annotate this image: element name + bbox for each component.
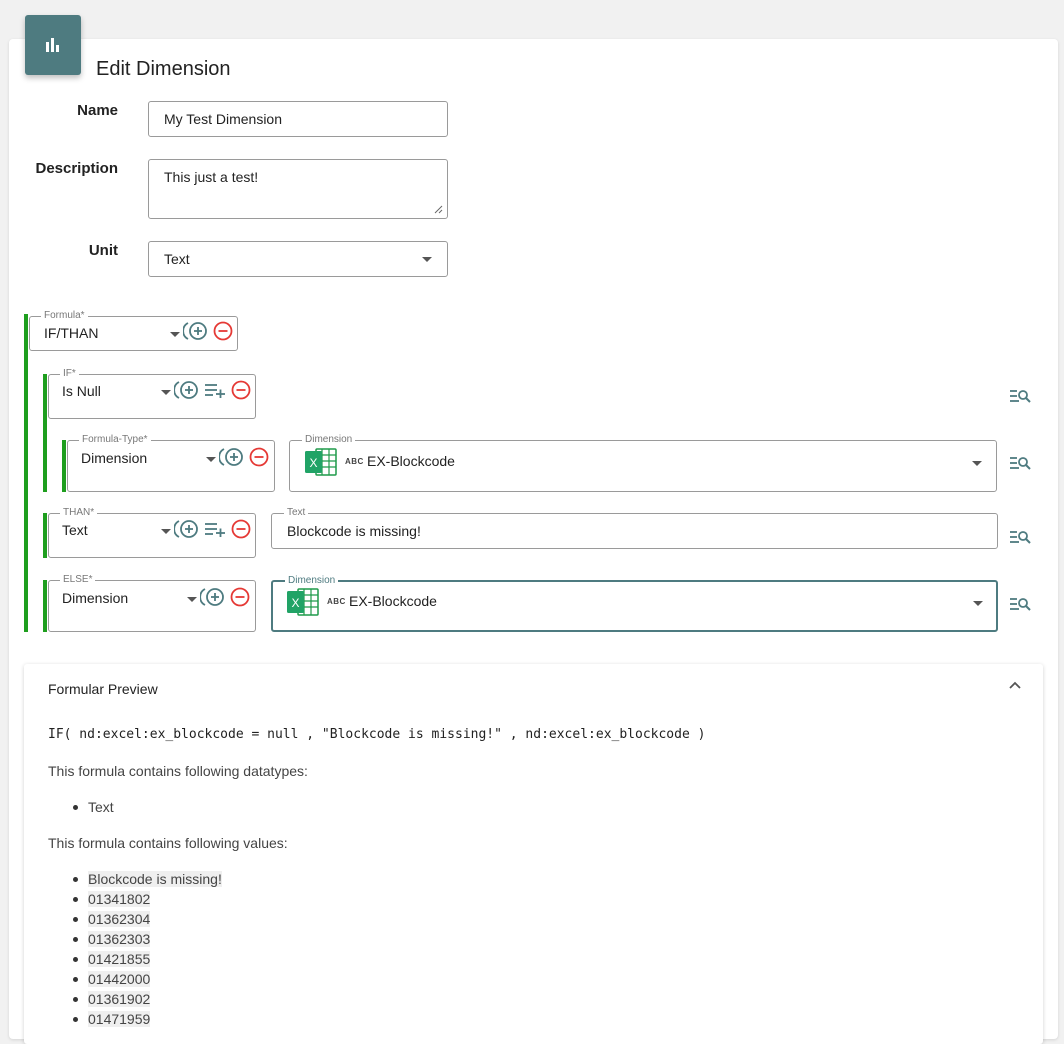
bar-chart-icon: [25, 15, 81, 75]
list-item: 01361902: [70, 989, 222, 1009]
name-label: Name: [77, 102, 118, 119]
values-list: Blockcode is missing! 01341802 01362304 …: [70, 869, 222, 1029]
page-title: Edit Dimension: [96, 58, 231, 80]
formula-select[interactable]: Formula* IF/THAN: [29, 310, 238, 351]
remove-circle-icon[interactable]: [231, 380, 251, 400]
formula-type-branch-bar: [62, 440, 66, 492]
chevron-down-icon[interactable]: [973, 601, 983, 606]
list-item: 01362303: [70, 929, 222, 949]
svg-text:X: X: [291, 596, 299, 610]
chevron-down-icon[interactable]: [206, 457, 216, 462]
list-search-icon[interactable]: [1009, 596, 1031, 612]
remove-circle-icon[interactable]: [230, 587, 250, 607]
if-dimension-value: EX-Blockcode: [367, 453, 455, 469]
chevron-down-icon[interactable]: [187, 597, 197, 602]
resize-grip-icon[interactable]: [434, 205, 443, 214]
abc-type-badge: ABC: [327, 597, 346, 606]
formula-type-value: Dimension: [81, 450, 148, 466]
add-circle-icon[interactable]: [219, 447, 245, 467]
name-input[interactable]: My Test Dimension: [148, 101, 448, 137]
chevron-down-icon: [422, 257, 432, 262]
than-legend: THAN*: [60, 507, 98, 519]
formula-type-legend: Formula-Type*: [79, 434, 151, 446]
formula-preview-panel: Formular Preview IF( nd:excel:ex_blockco…: [24, 664, 1043, 1044]
else-value: Dimension: [62, 590, 129, 606]
list-search-icon[interactable]: [1009, 455, 1031, 471]
excel-icon: X: [305, 448, 337, 476]
if-dimension-select[interactable]: Dimension X ABC EX-Blockcode: [289, 434, 997, 492]
add-circle-icon[interactable]: [183, 321, 209, 341]
name-input-value: My Test Dimension: [164, 111, 283, 127]
datatypes-list: Text: [70, 797, 114, 817]
formula-code: IF( nd:excel:ex_blockcode = null , "Bloc…: [48, 727, 706, 742]
add-circle-icon[interactable]: [174, 519, 200, 539]
formula-tree-bar: [24, 314, 28, 632]
if-branch-bar: [43, 374, 47, 492]
list-item: 01421855: [70, 949, 222, 969]
add-circle-icon[interactable]: [200, 587, 226, 607]
chevron-down-icon[interactable]: [170, 332, 180, 337]
list-item: Blockcode is missing!: [70, 869, 222, 889]
add-circle-icon[interactable]: [174, 380, 200, 400]
excel-icon: X: [287, 588, 319, 616]
dimension-legend: Dimension: [302, 434, 356, 446]
chevron-down-icon[interactable]: [161, 529, 171, 534]
else-dimension-select[interactable]: Dimension X ABC EX-Blockcode: [271, 575, 998, 632]
unit-select-value: Text: [164, 251, 190, 267]
formula-value: IF/THAN: [44, 325, 99, 341]
chevron-down-icon[interactable]: [972, 461, 982, 466]
playlist-add-icon[interactable]: [204, 521, 226, 537]
if-select[interactable]: IF* Is Null: [48, 368, 256, 419]
list-item: 01341802: [70, 889, 222, 909]
than-value: Text: [62, 522, 88, 538]
list-search-icon[interactable]: [1009, 388, 1031, 404]
than-branch-bar: [43, 513, 47, 558]
list-item: Text: [70, 797, 114, 817]
list-item: 01362304: [70, 909, 222, 929]
description-textarea[interactable]: This just a test!: [148, 159, 448, 219]
than-select[interactable]: THAN* Text: [48, 507, 256, 558]
list-item: 01471959: [70, 1009, 222, 1029]
playlist-add-icon[interactable]: [204, 382, 226, 398]
abc-type-badge: ABC: [345, 457, 364, 466]
remove-circle-icon[interactable]: [231, 519, 251, 539]
than-text-input[interactable]: Text Blockcode is missing!: [271, 507, 998, 549]
datatypes-heading: This formula contains following datatype…: [48, 763, 308, 779]
chevron-down-icon[interactable]: [161, 390, 171, 395]
chevron-up-icon[interactable]: [1009, 681, 1021, 689]
else-select[interactable]: ELSE* Dimension: [48, 574, 256, 632]
else-branch-bar: [43, 580, 47, 632]
remove-circle-icon[interactable]: [249, 447, 269, 467]
remove-circle-icon[interactable]: [213, 321, 233, 341]
values-heading: This formula contains following values:: [48, 835, 288, 851]
list-search-icon[interactable]: [1009, 529, 1031, 545]
than-text-value: Blockcode is missing!: [287, 523, 421, 539]
else-dimension-value: EX-Blockcode: [349, 593, 437, 609]
unit-label: Unit: [88, 242, 118, 259]
description-label: Description: [35, 160, 118, 177]
formula-preview-title[interactable]: Formular Preview: [48, 681, 158, 697]
if-value: Is Null: [62, 383, 101, 399]
list-item: 01442000: [70, 969, 222, 989]
else-legend: ELSE*: [60, 574, 96, 586]
formula-type-select[interactable]: Formula-Type* Dimension: [67, 434, 275, 492]
if-legend: IF*: [60, 368, 79, 380]
unit-select[interactable]: Text: [148, 241, 448, 277]
description-value: This just a test!: [164, 169, 259, 185]
text-legend: Text: [284, 507, 309, 519]
dimension-legend: Dimension: [285, 575, 339, 587]
formula-legend: Formula*: [41, 310, 88, 322]
svg-text:X: X: [309, 456, 317, 470]
